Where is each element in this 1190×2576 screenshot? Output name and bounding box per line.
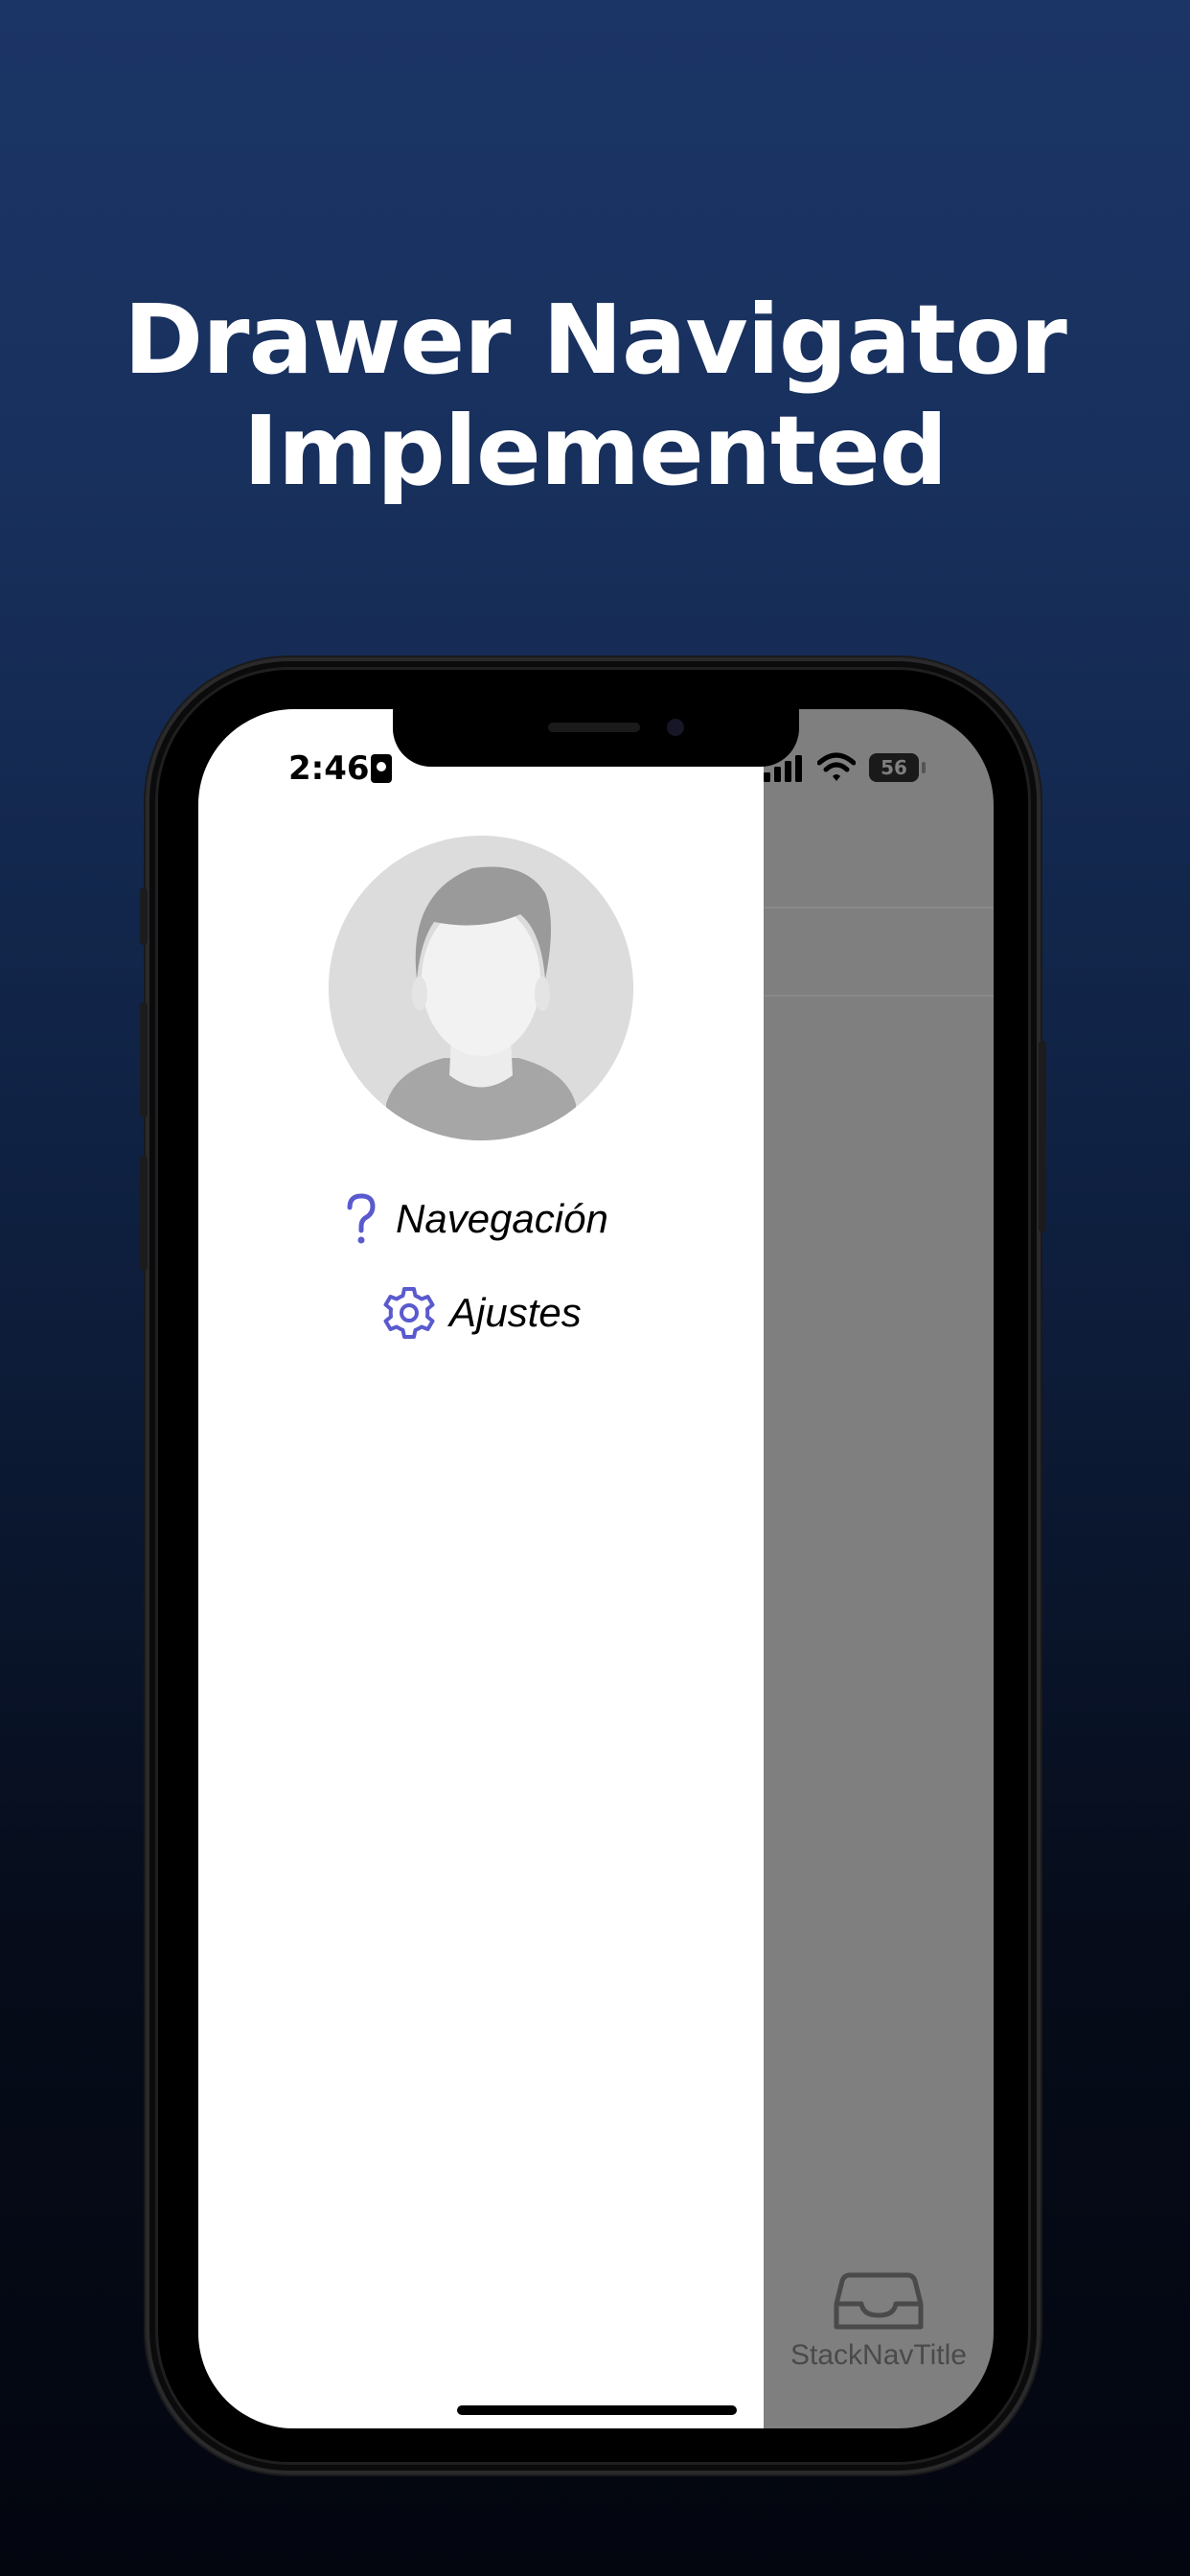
drawer-item-label: Ajustes (449, 1290, 582, 1335)
list-divider (764, 995, 994, 997)
question-mark-icon (347, 1193, 376, 1244)
inbox-tray-icon (834, 2272, 924, 2330)
headline: Drawer Navigator Implemented (0, 285, 1190, 507)
mute-switch (140, 887, 148, 945)
notch (393, 709, 799, 767)
speaker-grille (548, 723, 640, 732)
tab-stacknavtitle[interactable]: StackNavTitle (764, 2271, 994, 2372)
cellular-signal-icon (764, 755, 802, 782)
drawer-panel: Navegación Ajustes (198, 709, 764, 2428)
battery-level: 56 (881, 756, 907, 779)
volume-up-button (140, 1002, 148, 1117)
phone-screen: Navegación Ajustes 2:46 56 StackNavTitle (198, 709, 994, 2428)
contact-card-icon (371, 754, 392, 783)
battery-cap (922, 762, 926, 773)
wifi-icon (817, 752, 856, 781)
status-time: 2:46 (288, 749, 370, 788)
tab-label: StackNavTitle (790, 2339, 967, 2371)
gear-icon (383, 1287, 435, 1339)
power-button (1039, 1041, 1046, 1232)
drawer-item-navegacion[interactable]: Navegación (342, 1192, 608, 1246)
profile-avatar[interactable] (329, 836, 633, 1140)
headline-line-1: Drawer Navigator (124, 284, 1067, 396)
battery-icon: 56 (869, 753, 919, 782)
header-divider (764, 907, 994, 908)
home-indicator[interactable] (457, 2405, 737, 2415)
headline-line-2: Implemented (242, 395, 949, 507)
drawer-item-ajustes[interactable]: Ajustes (380, 1284, 582, 1342)
person-silhouette-icon (329, 836, 633, 1140)
volume-down-button (140, 1156, 148, 1271)
drawer-item-label: Navegación (396, 1196, 608, 1241)
front-camera (667, 719, 684, 736)
